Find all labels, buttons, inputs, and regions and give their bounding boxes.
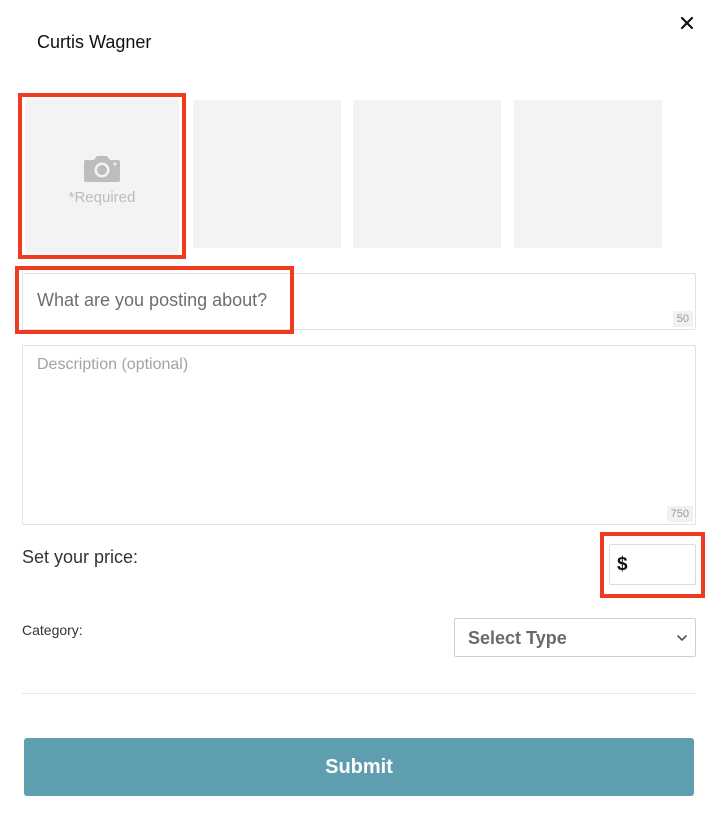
user-name: Curtis Wagner bbox=[37, 32, 152, 52]
submit-button[interactable]: Submit bbox=[24, 738, 694, 796]
required-label: *Required bbox=[68, 188, 136, 206]
category-selected-value: Select Type bbox=[468, 628, 567, 648]
category-label: Category: bbox=[22, 622, 83, 638]
photo-upload-slot-2[interactable] bbox=[193, 100, 341, 248]
post-modal: Curtis Wagner *Required 50 750 Set your … bbox=[0, 0, 717, 820]
close-button[interactable] bbox=[676, 12, 698, 34]
price-label: Set your price: bbox=[22, 547, 139, 567]
description-char-counter: 750 bbox=[666, 506, 693, 522]
photo-upload-slot-4[interactable] bbox=[514, 100, 662, 248]
description-input[interactable] bbox=[37, 356, 677, 506]
photo-upload-main[interactable]: *Required bbox=[25, 100, 179, 252]
currency-symbol: $ bbox=[617, 554, 628, 575]
photo-upload-slot-3[interactable] bbox=[353, 100, 501, 248]
chevron-down-icon bbox=[677, 635, 687, 641]
close-icon bbox=[680, 16, 694, 30]
price-input[interactable] bbox=[634, 553, 692, 577]
title-char-counter: 50 bbox=[672, 311, 693, 327]
title-field: 50 bbox=[22, 273, 696, 330]
divider bbox=[22, 693, 696, 694]
title-input[interactable] bbox=[37, 290, 637, 311]
price-field: $ bbox=[609, 544, 696, 585]
description-field: 750 bbox=[22, 345, 696, 525]
camera-icon bbox=[84, 155, 120, 182]
category-select[interactable]: Select Type bbox=[454, 618, 696, 657]
